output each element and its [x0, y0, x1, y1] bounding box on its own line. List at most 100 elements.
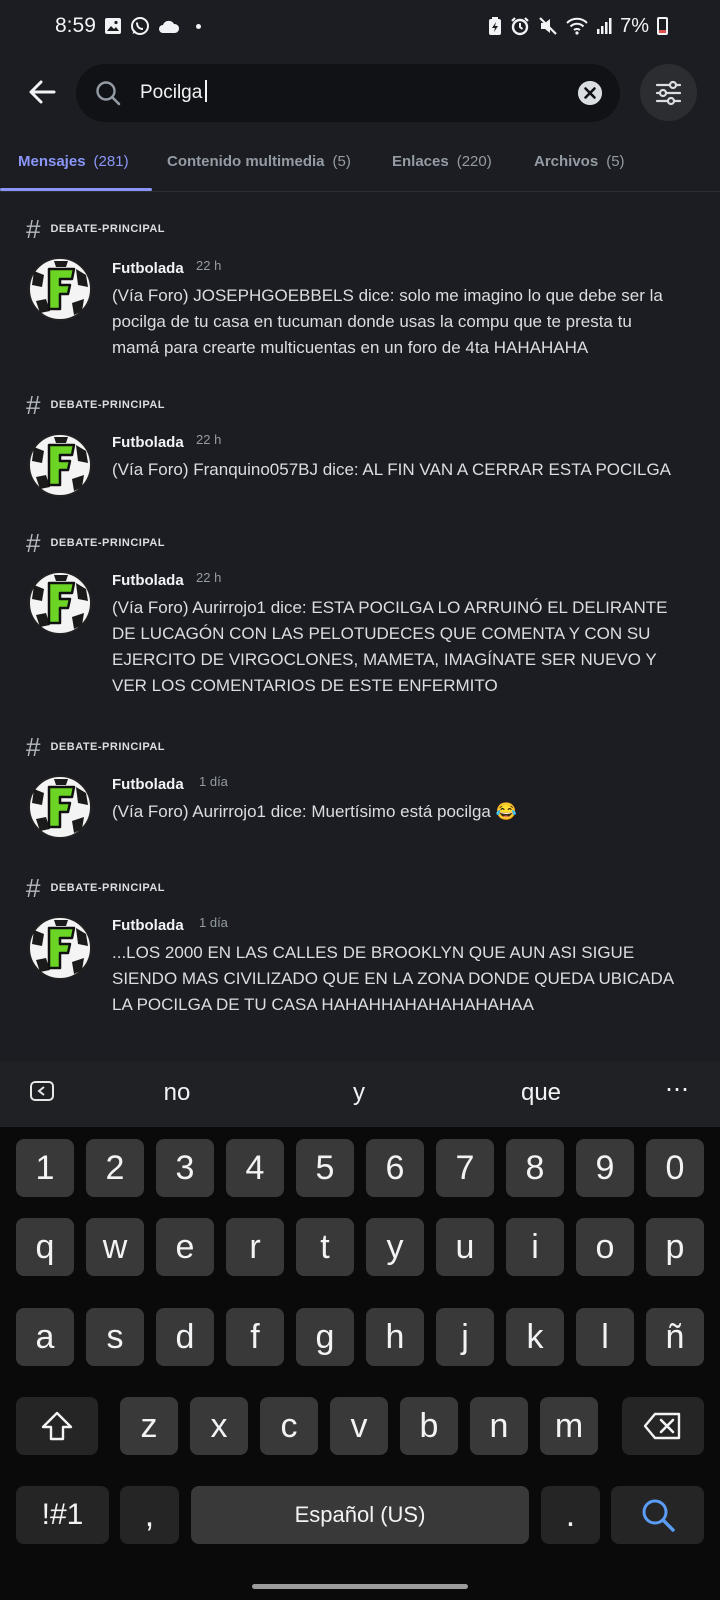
mute-icon [539, 17, 557, 35]
key[interactable]: d [156, 1308, 214, 1366]
text-caret [205, 80, 208, 102]
channel-name: DEBATE-PRINCIPAL [50, 399, 166, 411]
home-indicator[interactable] [252, 1584, 468, 1589]
message-text: (Vía Foro) Aurirrojo1 dice: ESTA POCILGA… [112, 598, 668, 695]
key[interactable]: 0 [646, 1139, 704, 1197]
key[interactable]: b [400, 1397, 458, 1455]
key[interactable]: 1 [16, 1139, 74, 1197]
space-key[interactable]: Español (US) [191, 1486, 529, 1544]
whatsapp-icon [130, 17, 149, 35]
comma-key[interactable]: , [120, 1486, 179, 1544]
key[interactable]: o [576, 1218, 634, 1276]
avatar[interactable] [28, 433, 92, 497]
status-bar: 8:59 7% [0, 0, 720, 52]
collapse-toolbar-icon[interactable] [30, 1081, 56, 1103]
key[interactable]: y [366, 1218, 424, 1276]
key[interactable]: c [260, 1397, 318, 1455]
key[interactable]: s [86, 1308, 144, 1366]
channel-name: DEBATE-PRINCIPAL [50, 537, 166, 549]
key[interactable]: 4 [226, 1139, 284, 1197]
key[interactable]: ñ [646, 1308, 704, 1366]
battery-saver-icon [489, 17, 502, 35]
search-key[interactable] [611, 1486, 704, 1544]
timestamp: 22 h [196, 570, 222, 585]
tab-mensajes[interactable]: Mensajes (281) [18, 153, 129, 170]
channel-header: # DEBATE-PRINCIPAL [26, 875, 165, 901]
key[interactable]: p [646, 1218, 704, 1276]
timestamp: 22 h [196, 258, 222, 273]
key[interactable]: z [120, 1397, 178, 1455]
notification-dot [195, 23, 201, 29]
tab-label: Mensajes [18, 153, 86, 170]
tab-archivos[interactable]: Archivos (5) [534, 153, 625, 170]
message-text: (Vía Foro) Franquino057BJ dice: AL FIN V… [112, 460, 672, 479]
key[interactable]: 7 [436, 1139, 494, 1197]
key[interactable]: 5 [296, 1139, 354, 1197]
avatar[interactable] [28, 775, 92, 839]
tab-enlaces[interactable]: Enlaces (220) [392, 153, 492, 170]
filter-button[interactable] [640, 64, 697, 121]
back-arrow-icon[interactable] [24, 74, 60, 110]
tab-count: (5) [332, 153, 351, 170]
clear-icon[interactable] [578, 81, 602, 105]
active-tab-indicator [0, 188, 152, 191]
key[interactable]: r [226, 1218, 284, 1276]
more-options-icon[interactable]: ⋯ [665, 1075, 690, 1104]
key[interactable]: t [296, 1218, 354, 1276]
author-name[interactable]: Futbolada [112, 572, 184, 589]
key[interactable]: i [506, 1218, 564, 1276]
author-name[interactable]: Futbolada [112, 917, 184, 934]
channel-header: # DEBATE-PRINCIPAL [26, 216, 165, 242]
key[interactable]: 2 [86, 1139, 144, 1197]
avatar[interactable] [28, 571, 92, 635]
search-input[interactable]: Pocilga [76, 64, 620, 122]
key[interactable]: f [226, 1308, 284, 1366]
key[interactable]: q [16, 1218, 74, 1276]
tab-contenido-multimedia[interactable]: Contenido multimedia (5) [167, 153, 351, 170]
key[interactable]: 6 [366, 1139, 424, 1197]
avatar[interactable] [28, 257, 92, 321]
key[interactable]: 9 [576, 1139, 634, 1197]
key[interactable]: m [540, 1397, 598, 1455]
avatar[interactable] [28, 916, 92, 980]
hashtag-icon: # [26, 873, 41, 903]
shift-key[interactable] [16, 1397, 98, 1455]
key[interactable]: 3 [156, 1139, 214, 1197]
key[interactable]: g [296, 1308, 354, 1366]
channel-header: # DEBATE-PRINCIPAL [26, 530, 165, 556]
key[interactable]: n [470, 1397, 528, 1455]
symbols-key[interactable]: !#1 [16, 1486, 109, 1544]
key[interactable]: w [86, 1218, 144, 1276]
period-key[interactable]: . [541, 1486, 600, 1544]
key[interactable]: a [16, 1308, 74, 1366]
message-text: (Vía Foro) JOSEPHGOEBBELS dice: solo me … [112, 286, 663, 357]
battery-icon [657, 17, 668, 35]
hashtag-icon: # [26, 528, 41, 558]
key[interactable]: v [330, 1397, 388, 1455]
key[interactable]: j [436, 1308, 494, 1366]
keyboard-suggestion-bar: no y que ⋯ [0, 1061, 720, 1127]
backspace-key[interactable] [622, 1397, 704, 1455]
author-name[interactable]: Futbolada [112, 434, 184, 451]
channel-header: # DEBATE-PRINCIPAL [26, 734, 165, 760]
tab-count: (281) [93, 153, 129, 170]
search-header: Pocilga [0, 62, 720, 122]
key[interactable]: 8 [506, 1139, 564, 1197]
key[interactable]: x [190, 1397, 248, 1455]
key[interactable]: l [576, 1308, 634, 1366]
tab-label: Archivos [534, 153, 599, 170]
key[interactable]: h [366, 1308, 424, 1366]
tab-label: Enlaces [392, 153, 449, 170]
filter-sliders-icon [655, 80, 682, 106]
key[interactable]: u [436, 1218, 494, 1276]
key[interactable]: k [506, 1308, 564, 1366]
tab-count: (220) [456, 153, 492, 170]
suggestion-word[interactable]: que [521, 1079, 561, 1107]
suggestion-word[interactable]: y [353, 1079, 365, 1107]
shift-icon [41, 1411, 73, 1441]
author-name[interactable]: Futbolada [112, 776, 184, 793]
suggestion-word[interactable]: no [164, 1079, 191, 1107]
key[interactable]: e [156, 1218, 214, 1276]
channel-name: DEBATE-PRINCIPAL [50, 223, 166, 235]
author-name[interactable]: Futbolada [112, 260, 184, 277]
